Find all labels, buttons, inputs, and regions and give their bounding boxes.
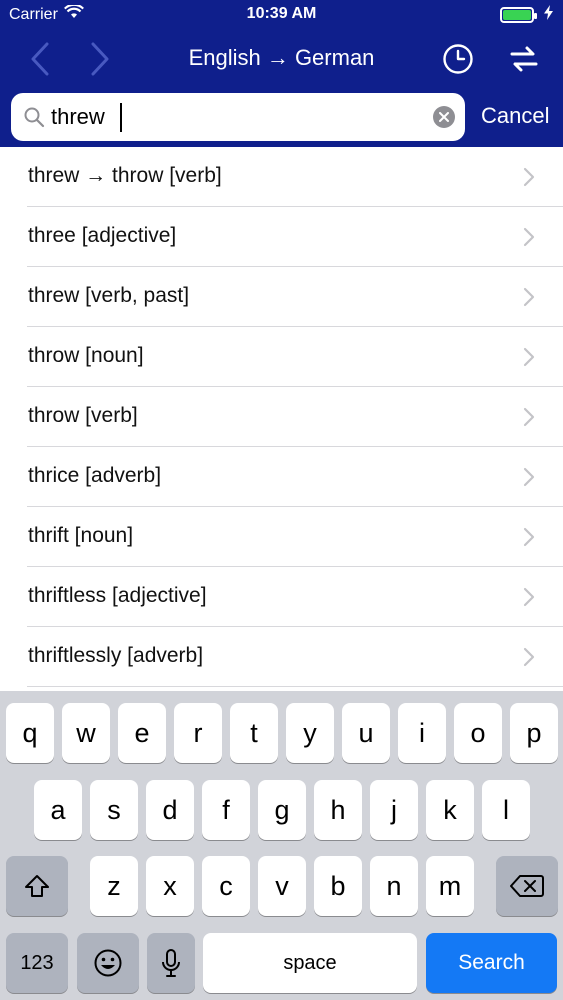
list-item[interactable]: thrift [noun] (27, 507, 563, 567)
search-box[interactable] (11, 93, 465, 141)
key-p[interactable]: p (510, 703, 558, 763)
list-item[interactable]: thrice [adverb] (27, 447, 563, 507)
list-item-label: throw [verb] (28, 404, 138, 427)
list-item[interactable]: throw [noun] (27, 327, 563, 387)
chevron-right-icon (523, 287, 535, 307)
key-g[interactable]: g (258, 780, 306, 840)
list-item-label: throw [noun] (28, 344, 144, 367)
space-key[interactable]: space (203, 933, 417, 993)
key-q[interactable]: q (6, 703, 54, 763)
key-t[interactable]: t (230, 703, 278, 763)
history-button[interactable] (440, 40, 476, 78)
status-right (500, 5, 553, 25)
status-bar: Carrier 10:39 AM (0, 0, 563, 30)
key-b[interactable]: b (314, 856, 362, 916)
search-input[interactable] (51, 101, 431, 133)
delete-key[interactable] (496, 856, 558, 916)
key-n[interactable]: n (370, 856, 418, 916)
backspace-icon (510, 875, 544, 897)
search-key[interactable]: Search (426, 933, 557, 993)
key-f[interactable]: f (202, 780, 250, 840)
list-item-label: thriftless [adjective] (28, 584, 207, 607)
list-item[interactable]: threw [verb, past] (27, 267, 563, 327)
header: Carrier 10:39 AM English → German threw … (0, 0, 563, 147)
chevron-right-icon (523, 167, 535, 187)
numbers-key[interactable]: 123 (6, 933, 68, 993)
list-item-label: three [adjective] (28, 224, 177, 247)
page-title: English → German (188, 45, 375, 70)
clear-search-icon[interactable] (433, 106, 455, 128)
chevron-right-icon (523, 587, 535, 607)
list-item-label: thrice [adverb] (28, 464, 162, 487)
swap-icon (510, 46, 538, 72)
search-icon (24, 107, 45, 128)
keyboard: q w e r t y u i o p a s d f g h j k l z … (0, 691, 563, 1000)
list-item[interactable]: three [adjective] (27, 207, 563, 267)
key-c[interactable]: c (202, 856, 250, 916)
dictation-key[interactable] (147, 933, 195, 993)
list-item[interactable]: thriftlessly [adverb] (27, 627, 563, 687)
chevron-right-icon (523, 467, 535, 487)
shift-key[interactable] (6, 856, 68, 916)
chevron-right-icon (523, 407, 535, 427)
chevron-right-icon (523, 347, 535, 367)
key-w[interactable]: w (62, 703, 110, 763)
key-h[interactable]: h (314, 780, 362, 840)
search-row: Cancel (0, 88, 563, 147)
list-item-label: threw [verb, past] (28, 284, 190, 307)
list-item-label: threw → throw [verb] (28, 164, 222, 187)
list-item[interactable]: throw [verb] (27, 387, 563, 447)
results-list: threw → throw [verb] three [adjective] t… (0, 147, 563, 687)
list-item[interactable]: thriftless [adjective] (27, 567, 563, 627)
list-item-label: thrift [noun] (28, 524, 134, 547)
key-u[interactable]: u (342, 703, 390, 763)
key-r[interactable]: r (174, 703, 222, 763)
key-e[interactable]: e (118, 703, 166, 763)
status-time: 10:39 AM (246, 5, 317, 22)
chevron-right-icon (523, 527, 535, 547)
text-cursor (120, 103, 122, 132)
key-a[interactable]: a (34, 780, 82, 840)
key-k[interactable]: k (426, 780, 474, 840)
key-o[interactable]: o (454, 703, 502, 763)
key-x[interactable]: x (146, 856, 194, 916)
key-j[interactable]: j (370, 780, 418, 840)
clock-icon (443, 44, 473, 74)
key-y[interactable]: y (286, 703, 334, 763)
nav-bar: English → German (0, 30, 563, 88)
battery-icon (500, 7, 537, 23)
swap-language-button[interactable] (506, 40, 542, 78)
microphone-icon (162, 949, 180, 977)
list-item[interactable]: threw → throw [verb] (27, 147, 563, 207)
key-l[interactable]: l (482, 780, 530, 840)
key-v[interactable]: v (258, 856, 306, 916)
charging-icon (544, 5, 553, 25)
key-s[interactable]: s (90, 780, 138, 840)
shift-icon (25, 875, 49, 897)
cancel-button[interactable]: Cancel (481, 103, 549, 129)
key-z[interactable]: z (90, 856, 138, 916)
emoji-icon (94, 949, 122, 977)
key-i[interactable]: i (398, 703, 446, 763)
chevron-right-icon (523, 227, 535, 247)
list-item-label: thriftlessly [adverb] (28, 644, 204, 667)
chevron-right-icon (523, 647, 535, 667)
key-m[interactable]: m (426, 856, 474, 916)
key-d[interactable]: d (146, 780, 194, 840)
emoji-key[interactable] (77, 933, 139, 993)
